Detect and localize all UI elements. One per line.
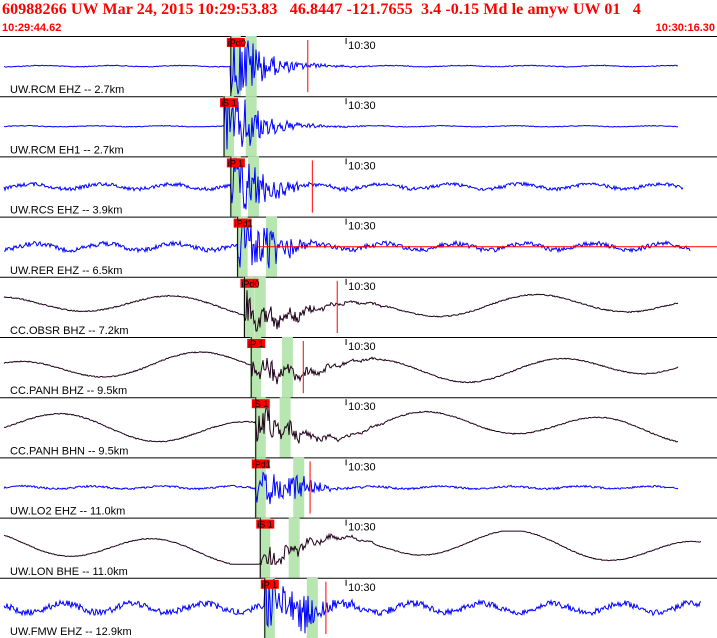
station-label: UW.RCM EH1 -- 2.7km	[10, 144, 124, 156]
time-tick-label: 10:30	[348, 281, 376, 293]
pick-label: iP 1	[262, 580, 277, 590]
time-tick-label: 10:30	[348, 401, 376, 413]
waveform-trace	[3, 405, 679, 444]
trace-row: iPd0 10:30CC.OBSR BHZ -- 7.2km	[0, 276, 717, 337]
station-label: CC.OBSR BHZ -- 7.2km	[10, 325, 129, 337]
trace-row: iPd0 10:30UW.RCM EHZ -- 2.7km	[0, 36, 717, 97]
station-label: UW.RCM EHZ -- 2.7km	[10, 84, 124, 96]
trace-row: iS 1 10:30 CC.PANH BHN -- 9.5km	[0, 397, 717, 458]
pick-label: iS 1	[253, 399, 269, 409]
event-header-title: 60988266 UW Mar 24, 2015 10:29:53.83 46.…	[2, 1, 641, 18]
time-tick-label: 10:30	[348, 100, 376, 112]
window-start-time: 10:29:44.62	[2, 22, 62, 34]
pick-label: iS 1	[221, 98, 237, 108]
station-label: UW.RCS EHZ -- 3.9km	[10, 205, 122, 217]
seismogram-panel: iPd0 10:30UW.RCM EHZ -- 2.7kmiS 1 10:30UW.…	[0, 36, 717, 638]
pick-label: iP 1	[228, 158, 243, 168]
trace-row: iP 1 10:30 CC.PANH BHZ -- 9.5km	[0, 337, 717, 398]
time-tick-label: 10:30	[348, 582, 376, 594]
pick-label: iP 1	[248, 339, 263, 349]
time-tick-label: 10:30	[348, 461, 376, 473]
waveform-trace	[3, 471, 679, 505]
station-label: UW.RER EHZ -- 6.5km	[10, 265, 122, 277]
trace-row: iS 1 10:30 UW.LON BHE -- 11.0km	[0, 517, 717, 578]
waveform-trace	[3, 530, 702, 566]
waveform-trace	[3, 157, 684, 210]
waveform-trace	[3, 351, 679, 385]
time-tick-label: 10:30	[348, 40, 376, 52]
time-tick-label: 10:30	[348, 522, 376, 534]
time-tick-label: 10:30	[348, 160, 376, 172]
station-label: CC.PANH BHZ -- 9.5km	[10, 385, 127, 397]
station-label: CC.PANH BHN -- 9.5km	[10, 445, 128, 457]
time-tick-label: 10:30	[348, 341, 376, 353]
trace-row: iS 1 10:30 UW.RCM EH1 -- 2.7km	[0, 96, 717, 157]
window-end-time: 10:30:16.30	[655, 22, 715, 34]
trace-row: iP 1 10:30 UW.RCS EHZ -- 3.9km	[0, 156, 717, 217]
station-label: UW.LON BHE -- 11.0km	[10, 566, 128, 578]
trace-row: iPd1 10:30UW.LO2 EHZ -- 11.0km	[0, 457, 717, 518]
waveform-trace	[3, 98, 678, 150]
waveform-trace	[3, 218, 691, 269]
trace-row: iP 1 10:30 UW.FMW EHZ -- 12.9km	[0, 577, 717, 638]
pick-label: iS 1	[257, 520, 273, 530]
station-label: UW.FMW EHZ -- 12.9km	[10, 626, 132, 638]
time-tick-label: 10:30	[348, 221, 376, 233]
trace-row: iPd1 10:30UW.RER EHZ -- 6.5km	[0, 216, 717, 277]
station-label: UW.LO2 EHZ -- 11.0km	[10, 506, 125, 518]
